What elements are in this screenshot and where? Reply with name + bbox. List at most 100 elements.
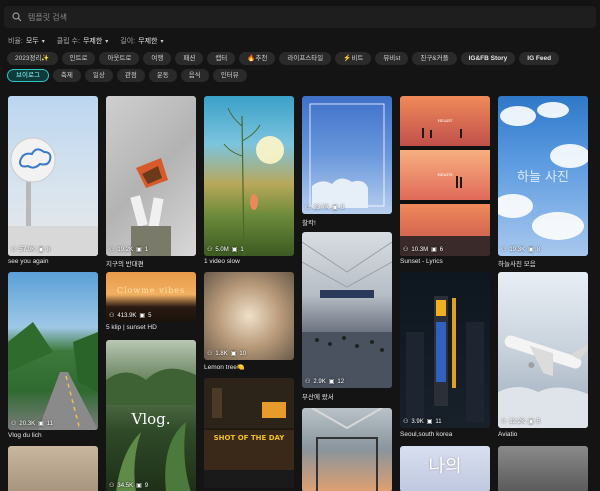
search-icon — [12, 12, 22, 22]
template-title: 지구의 반대편 — [106, 261, 144, 268]
tag-recommended[interactable]: 🔥추천 — [239, 52, 276, 65]
clip-icon: ▣ — [38, 247, 44, 253]
tag-vlog[interactable]: 브이로그 — [7, 69, 49, 82]
template-card[interactable]: HEART HEATH ⚇ 10.3M ▣ 6 Sunset - Lyrics — [400, 96, 490, 268]
category-tags: 2023정리✨ 인트로 아웃트로 여행 패션 캡터 🔥추천 라이프스타일 ⚡비트… — [7, 52, 595, 82]
template-title: Lemon tree🍋 — [204, 364, 245, 371]
template-title: 하늘사진 모음 — [498, 261, 536, 268]
chevron-down-icon: ▾ — [41, 38, 45, 45]
user-icon: ⚇ — [11, 247, 17, 253]
template-card[interactable]: ⚇ 19.2K ▣ 1 지구의 반대편 — [106, 96, 196, 268]
tag-workout[interactable]: 운동 — [148, 69, 177, 82]
tag-food[interactable]: 음식 — [180, 69, 209, 82]
tag-interview[interactable]: 인터뷰 — [212, 69, 247, 82]
clip-count: 1 — [240, 246, 244, 253]
template-card[interactable]: ⚇ 12.2K ▣ 5 Aviatio — [498, 272, 588, 442]
seoul-tower-scene — [406, 296, 484, 422]
view-count: 57.9K — [19, 246, 36, 253]
template-title: see you again — [8, 258, 49, 265]
filter-value: 무제한 — [82, 38, 103, 45]
template-card[interactable] — [8, 446, 98, 491]
template-title: Aviatio — [498, 431, 518, 438]
template-card[interactable]: ⚇ 20.3K ▣ 11 Vlog du lich — [8, 272, 98, 442]
tag-beat[interactable]: ⚡비트 — [335, 52, 372, 65]
clip-icon: ▣ — [426, 419, 433, 425]
tag-fashion[interactable]: 패션 — [175, 52, 204, 65]
sun-field-scene — [223, 107, 284, 256]
template-thumbnail: HEART HEATH ⚇ 10.3M ▣ 6 — [400, 96, 490, 256]
template-title: 1 video slow — [204, 258, 240, 265]
tag-2023[interactable]: 2023정리✨ — [7, 52, 58, 65]
user-icon: ⚇ — [109, 247, 115, 253]
clip-count: 9 — [144, 482, 149, 489]
template-card[interactable] — [498, 446, 588, 491]
tag-intro[interactable]: 인트로 — [61, 52, 96, 65]
template-thumbnail: 하늘 사진 ⚇ 19.3K ▣ 8 — [498, 96, 588, 256]
clip-icon: ▣ — [139, 313, 146, 319]
tag-festival[interactable]: 축제 — [52, 69, 81, 82]
clip-count-filter[interactable]: 클립 수: 무제한 ▾ — [57, 36, 109, 46]
template-card[interactable]: 하늘 사진 ⚇ 19.3K ▣ 8 하늘사진 모음 — [498, 96, 588, 268]
template-card[interactable]: ⚇ 3.9K ▣ 11 Seoul,south korea — [400, 272, 490, 442]
user-icon: ⚇ — [109, 483, 115, 489]
clip-icon: ▣ — [328, 379, 335, 385]
length-filter[interactable]: 길이: 무제한 ▾ — [120, 36, 163, 46]
view-count: 413.9K — [117, 312, 137, 319]
tag-lifestyle[interactable]: 라이프스타일 — [279, 52, 332, 65]
clip-count: 10 — [239, 350, 247, 357]
airport-hall-scene — [302, 241, 392, 388]
overlay-caption: HEATH — [437, 172, 453, 177]
tag-ig-fb-story[interactable]: IG&FB Story — [460, 52, 516, 65]
view-count: 23.7K — [313, 204, 330, 211]
template-thumbnail: ⚇ 19.2K ▣ 1 — [106, 96, 196, 256]
filter-value: 모두 — [25, 38, 39, 45]
template-card[interactable]: ⚇ 57.9K ▣ 8 see you again — [8, 96, 98, 268]
ratio-filter[interactable]: 비율: 모두 ▾ — [8, 36, 45, 46]
template-title: 부산에 왔서 — [302, 394, 334, 401]
template-thumbnail: ⚇ 1.8K ▣ 10 — [204, 272, 294, 360]
tag-mv[interactable]: 뮤비st — [375, 52, 409, 65]
clip-icon: ▣ — [431, 247, 437, 253]
search-bar[interactable] — [4, 6, 596, 28]
road-scene — [8, 322, 98, 430]
template-card[interactable]: ⚇ 23.7K ▣ 8 찰칵! — [302, 96, 392, 227]
tag-outro[interactable]: 아웃트로 — [99, 52, 140, 65]
tag-caption[interactable]: 캡터 — [207, 52, 236, 65]
template-card[interactable]: Vlog. ⚇ 34.5K ▣ 9 — [106, 340, 196, 491]
card-stats: ⚇ 19.2K ▣ 1 — [109, 246, 148, 254]
user-icon: ⚇ — [403, 419, 409, 425]
tag-friends-couple[interactable]: 친구&커플 — [412, 52, 457, 65]
tag-viewpoint[interactable]: 관점 — [116, 69, 145, 82]
overlay-caption: 나의 — [428, 456, 462, 477]
clip-count: 11 — [46, 420, 53, 427]
template-card[interactable]: SHOT OF THE DAY — [204, 378, 294, 488]
template-thumbnail: Clowme vibes ⚇ 413.9K ▣ 5 — [106, 272, 196, 322]
template-card[interactable]: Clowme vibes ⚇ 413.9K ▣ 5 5 klip | sunset H… — [106, 272, 196, 336]
clip-icon: ▣ — [528, 247, 534, 253]
user-icon: ⚇ — [207, 247, 213, 253]
view-count: 19.3K — [509, 246, 526, 253]
card-stats: ⚇ 19.3K ▣ 8 — [501, 246, 540, 254]
template-card[interactable]: ⚇ 5.0M ▣ 1 1 video slow — [204, 96, 294, 268]
view-count: 5.0M — [215, 246, 229, 253]
view-count: 19.2K — [117, 246, 134, 253]
card-stats: ⚇ 23.7K ▣ 8 — [305, 204, 344, 212]
filter-value: 무제한 — [138, 38, 158, 45]
search-input[interactable] — [28, 12, 568, 22]
template-thumbnail — [498, 446, 588, 491]
template-title: Sunset - Lyrics — [400, 258, 443, 265]
tag-travel[interactable]: 여행 — [143, 52, 172, 65]
template-card[interactable]: 나의 — [400, 446, 490, 491]
template-thumbnail: ⚇ 3.9K ▣ 11 — [400, 272, 490, 428]
user-icon: ⚇ — [109, 313, 115, 319]
view-count: 2.9K — [313, 378, 326, 385]
template-card[interactable]: ⚇ 1.8K ▣ 10 Lemon tree🍋 — [204, 272, 294, 374]
template-title: Seoul,south korea — [400, 431, 453, 438]
tag-ig-feed[interactable]: IG Feed — [519, 52, 560, 65]
overlay-caption: SHOT OF THE DAY — [213, 434, 285, 442]
shot-of-day-scene — [204, 378, 294, 488]
template-card[interactable]: ⚇ 2.9K ▣ 12 부산에 왔서 — [302, 232, 392, 402]
clip-count: 5 — [536, 418, 541, 425]
template-card[interactable] — [302, 408, 392, 491]
tag-daily[interactable]: 일상 — [84, 69, 113, 82]
